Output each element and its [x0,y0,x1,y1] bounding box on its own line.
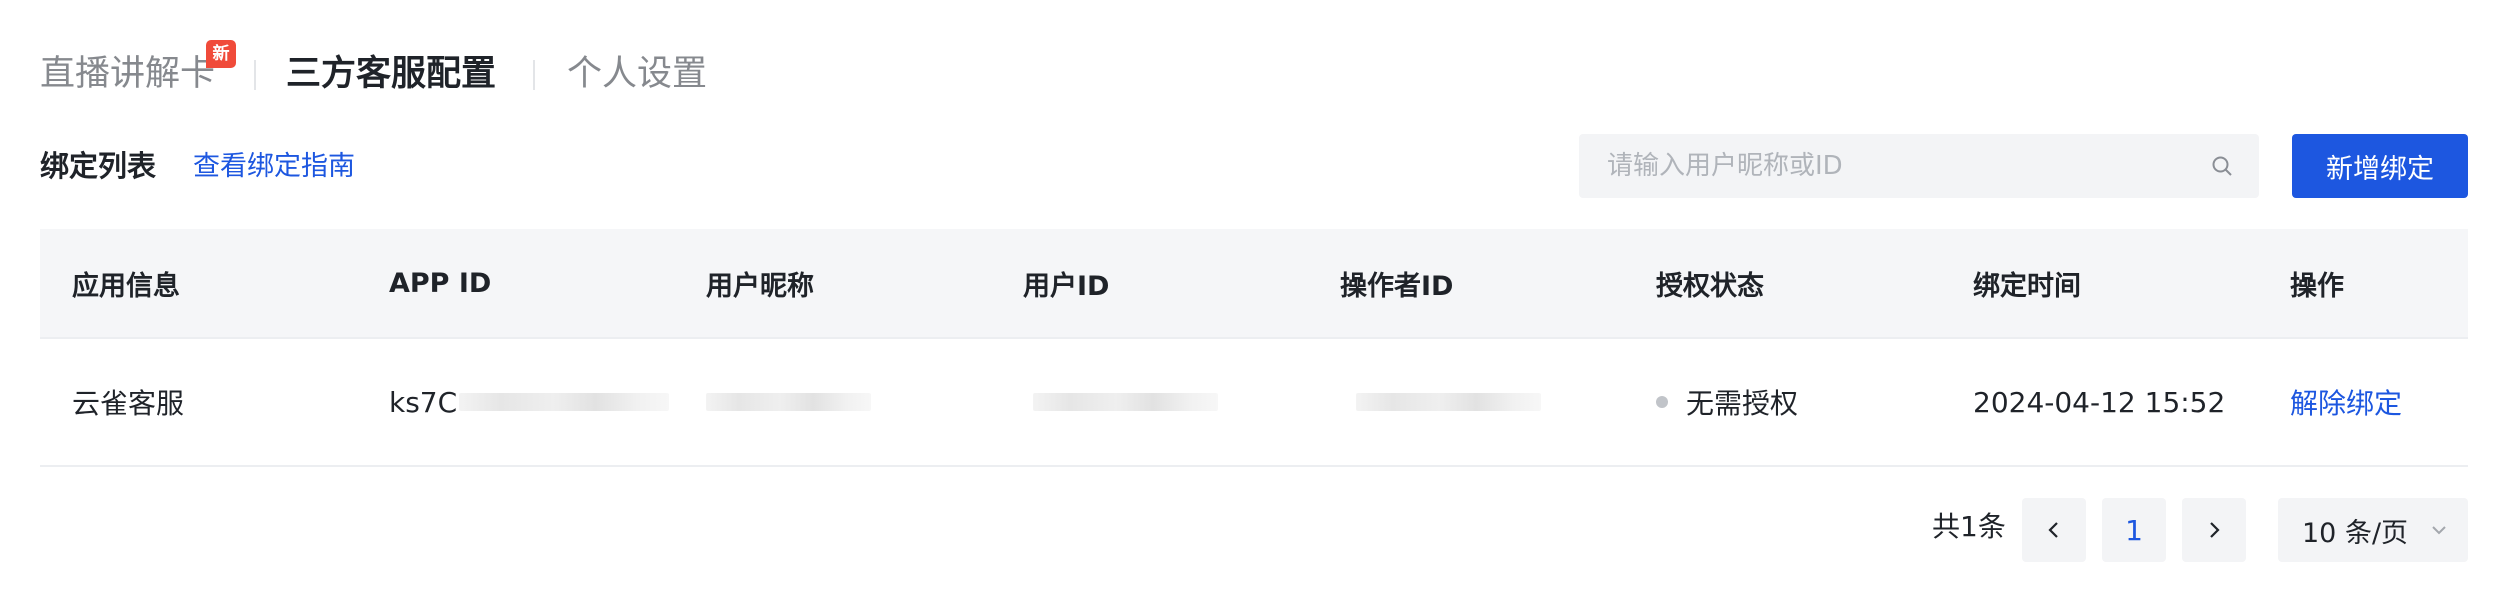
binding-table: 应用信息 APP ID 用户昵称 用户ID 操作者ID 授权状态 绑定时间 操作… [40,229,2468,467]
page-size-select[interactable]: 10 条/页 [2278,498,2468,562]
tab-personal-settings[interactable]: 个人设置 [567,52,707,96]
search-icon[interactable] [2209,153,2235,179]
new-badge: 新 [206,40,236,68]
binding-list-title: 绑定列表 [40,149,157,183]
redacted-user-nickname [706,393,871,411]
add-binding-button[interactable]: 新增绑定 [2292,134,2468,198]
column-header-app-info: 应用信息 [72,270,180,302]
status-dot [1656,396,1668,408]
next-page-button[interactable] [2182,498,2246,562]
total-count: 共1条 [1932,510,2006,543]
column-header-operator-id: 操作者ID [1340,270,1454,302]
prev-page-button[interactable] [2022,498,2086,562]
page-number-button[interactable]: 1 [2102,498,2166,562]
user-nickname-cell [706,339,871,465]
app-id-prefix: ks7C [389,385,458,419]
table-row: 云雀客服 ks7C 无需授权 2024-04-12 15:52 解除绑定 [40,339,2468,467]
bind-time-cell: 2024-04-12 15:52 [1973,385,2226,419]
tab-third-party-service-config[interactable]: 三方客服配置 [286,52,496,96]
chevron-right-icon [2210,522,2220,538]
chevron-down-icon [2432,526,2446,535]
auth-status-text: 无需授权 [1686,387,1799,420]
tab-divider [533,60,535,90]
unbind-link[interactable]: 解除绑定 [2290,339,2402,465]
table-header: 应用信息 APP ID 用户昵称 用户ID 操作者ID 授权状态 绑定时间 操作 [40,229,2468,339]
column-header-user-id: 用户ID [1023,270,1110,302]
view-binding-guide-link[interactable]: 查看绑定指南 [193,148,355,186]
tab-live-explain-card[interactable]: 直播讲解卡 [40,52,215,96]
column-header-user-nickname: 用户昵称 [706,270,814,302]
tab-divider [254,60,256,90]
redacted-operator-id [1356,393,1541,411]
redacted-app-id [459,393,670,411]
user-id-cell [1033,339,1218,465]
chevron-left-icon [2048,522,2058,538]
column-header-bind-time: 绑定时间 [1973,270,2081,302]
column-header-actions: 操作 [2290,270,2344,302]
column-header-app-id: APP ID [389,267,492,299]
operator-id-cell [1356,339,1541,465]
page-size-value: 10 条/页 [2302,517,2409,549]
search-box[interactable] [1579,134,2259,198]
app-id-cell: ks7C [389,339,670,465]
app-info-cell: 云雀客服 [72,387,185,420]
auth-status-cell: 无需授权 [1656,339,1798,465]
search-input[interactable] [1605,150,2209,182]
redacted-user-id [1033,393,1218,411]
column-header-auth-status: 授权状态 [1656,270,1764,302]
current-page-number: 1 [2125,513,2143,547]
